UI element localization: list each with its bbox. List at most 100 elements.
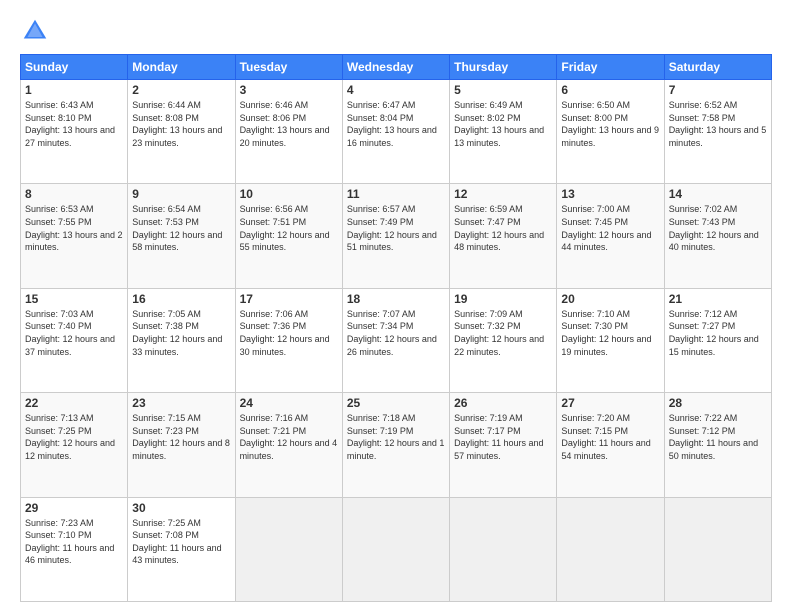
calendar-day-cell: 6 Sunrise: 6:50 AMSunset: 8:00 PMDaylight… xyxy=(557,80,664,184)
calendar-day-cell: 1Sunrise: 6:43 AMSunset: 8:10 PMDaylight… xyxy=(21,80,128,184)
day-info: Sunrise: 6:46 AMSunset: 8:06 PMDaylight:… xyxy=(240,99,338,149)
day-number: 27 xyxy=(561,396,659,410)
calendar-day-cell: 15 Sunrise: 7:03 AMSunset: 7:40 PMDayligh… xyxy=(21,288,128,392)
day-number: 1 xyxy=(25,83,123,97)
day-number: 13 xyxy=(561,187,659,201)
day-number: 30 xyxy=(132,501,230,515)
calendar-day-cell: 22 Sunrise: 7:13 AMSunset: 7:25 PMDayligh… xyxy=(21,393,128,497)
calendar-table: SundayMondayTuesdayWednesdayThursdayFrid… xyxy=(20,54,772,602)
day-number: 5 xyxy=(454,83,552,97)
day-info: Sunrise: 7:22 AMSunset: 7:12 PMDaylight:… xyxy=(669,412,767,462)
calendar-day-cell xyxy=(664,497,771,601)
day-info: Sunrise: 6:47 AMSunset: 8:04 PMDaylight:… xyxy=(347,99,445,149)
day-info: Sunrise: 6:44 AMSunset: 8:08 PMDaylight:… xyxy=(132,99,230,149)
day-info: Sunrise: 7:06 AMSunset: 7:36 PMDaylight:… xyxy=(240,308,338,358)
calendar-day-cell: 18 Sunrise: 7:07 AMSunset: 7:34 PMDayligh… xyxy=(342,288,449,392)
calendar-day-cell xyxy=(450,497,557,601)
calendar-day-cell: 16 Sunrise: 7:05 AMSunset: 7:38 PMDayligh… xyxy=(128,288,235,392)
day-number: 12 xyxy=(454,187,552,201)
day-info: Sunrise: 7:25 AMSunset: 7:08 PMDaylight:… xyxy=(132,517,230,567)
calendar-day-header: Wednesday xyxy=(342,55,449,80)
calendar-day-cell: 23Sunrise: 7:15 AMSunset: 7:23 PMDayligh… xyxy=(128,393,235,497)
day-info: Sunrise: 6:57 AMSunset: 7:49 PMDaylight:… xyxy=(347,203,445,253)
calendar-day-header: Sunday xyxy=(21,55,128,80)
day-info: Sunrise: 7:07 AMSunset: 7:34 PMDaylight:… xyxy=(347,308,445,358)
header xyxy=(20,16,772,46)
calendar-week-row: 15 Sunrise: 7:03 AMSunset: 7:40 PMDayligh… xyxy=(21,288,772,392)
day-number: 21 xyxy=(669,292,767,306)
day-number: 10 xyxy=(240,187,338,201)
calendar-day-cell: 10 Sunrise: 6:56 AMSunset: 7:51 PMDayligh… xyxy=(235,184,342,288)
day-number: 26 xyxy=(454,396,552,410)
day-info: Sunrise: 7:12 AMSunset: 7:27 PMDaylight:… xyxy=(669,308,767,358)
day-info: Sunrise: 7:00 AMSunset: 7:45 PMDaylight:… xyxy=(561,203,659,253)
day-number: 14 xyxy=(669,187,767,201)
calendar-day-cell: 14 Sunrise: 7:02 AMSunset: 7:43 PMDayligh… xyxy=(664,184,771,288)
day-info: Sunrise: 7:03 AMSunset: 7:40 PMDaylight:… xyxy=(25,308,123,358)
calendar-day-cell: 4 Sunrise: 6:47 AMSunset: 8:04 PMDaylight… xyxy=(342,80,449,184)
calendar-day-cell: 20Sunrise: 7:10 AMSunset: 7:30 PMDayligh… xyxy=(557,288,664,392)
day-number: 28 xyxy=(669,396,767,410)
calendar-week-row: 22 Sunrise: 7:13 AMSunset: 7:25 PMDayligh… xyxy=(21,393,772,497)
day-number: 19 xyxy=(454,292,552,306)
day-number: 6 xyxy=(561,83,659,97)
day-number: 22 xyxy=(25,396,123,410)
calendar-header-row: SundayMondayTuesdayWednesdayThursdayFrid… xyxy=(21,55,772,80)
day-number: 20 xyxy=(561,292,659,306)
logo xyxy=(20,16,54,46)
day-number: 2 xyxy=(132,83,230,97)
day-number: 16 xyxy=(132,292,230,306)
day-info: Sunrise: 7:02 AMSunset: 7:43 PMDaylight:… xyxy=(669,203,767,253)
day-number: 8 xyxy=(25,187,123,201)
day-info: Sunrise: 6:54 AMSunset: 7:53 PMDaylight:… xyxy=(132,203,230,253)
day-info: Sunrise: 6:56 AMSunset: 7:51 PMDaylight:… xyxy=(240,203,338,253)
day-number: 7 xyxy=(669,83,767,97)
calendar-day-cell: 13 Sunrise: 7:00 AMSunset: 7:45 PMDayligh… xyxy=(557,184,664,288)
calendar-day-cell: 30 Sunrise: 7:25 AMSunset: 7:08 PMDayligh… xyxy=(128,497,235,601)
calendar-day-header: Monday xyxy=(128,55,235,80)
calendar-week-row: 8 Sunrise: 6:53 AMSunset: 7:55 PMDaylight… xyxy=(21,184,772,288)
day-number: 11 xyxy=(347,187,445,201)
logo-icon xyxy=(20,16,50,46)
day-number: 25 xyxy=(347,396,445,410)
calendar-day-cell: 21 Sunrise: 7:12 AMSunset: 7:27 PMDayligh… xyxy=(664,288,771,392)
calendar-day-cell: 17 Sunrise: 7:06 AMSunset: 7:36 PMDayligh… xyxy=(235,288,342,392)
calendar-day-header: Tuesday xyxy=(235,55,342,80)
calendar-day-cell xyxy=(235,497,342,601)
calendar-day-header: Saturday xyxy=(664,55,771,80)
day-info: Sunrise: 7:23 AMSunset: 7:10 PMDaylight:… xyxy=(25,517,123,567)
day-number: 3 xyxy=(240,83,338,97)
page: SundayMondayTuesdayWednesdayThursdayFrid… xyxy=(0,0,792,612)
day-info: Sunrise: 7:19 AMSunset: 7:17 PMDaylight:… xyxy=(454,412,552,462)
day-number: 17 xyxy=(240,292,338,306)
calendar-day-cell: 9 Sunrise: 6:54 AMSunset: 7:53 PMDaylight… xyxy=(128,184,235,288)
calendar-day-cell: 28 Sunrise: 7:22 AMSunset: 7:12 PMDayligh… xyxy=(664,393,771,497)
calendar-day-cell: 2 Sunrise: 6:44 AMSunset: 8:08 PMDaylight… xyxy=(128,80,235,184)
day-number: 4 xyxy=(347,83,445,97)
day-info: Sunrise: 6:49 AMSunset: 8:02 PMDaylight:… xyxy=(454,99,552,149)
day-number: 15 xyxy=(25,292,123,306)
day-info: Sunrise: 7:13 AMSunset: 7:25 PMDaylight:… xyxy=(25,412,123,462)
day-number: 29 xyxy=(25,501,123,515)
calendar-day-cell: 19 Sunrise: 7:09 AMSunset: 7:32 PMDayligh… xyxy=(450,288,557,392)
day-number: 9 xyxy=(132,187,230,201)
day-info: Sunrise: 6:50 AMSunset: 8:00 PMDaylight:… xyxy=(561,99,659,149)
calendar-day-cell: 27Sunrise: 7:20 AMSunset: 7:15 PMDayligh… xyxy=(557,393,664,497)
day-info: Sunrise: 7:09 AMSunset: 7:32 PMDaylight:… xyxy=(454,308,552,358)
day-info: Sunrise: 6:53 AMSunset: 7:55 PMDaylight:… xyxy=(25,203,123,253)
calendar-day-cell xyxy=(557,497,664,601)
day-info: Sunrise: 6:59 AMSunset: 7:47 PMDaylight:… xyxy=(454,203,552,253)
calendar-day-cell: 29 Sunrise: 7:23 AMSunset: 7:10 PMDayligh… xyxy=(21,497,128,601)
day-number: 18 xyxy=(347,292,445,306)
calendar-day-cell: 24Sunrise: 7:16 AMSunset: 7:21 PMDayligh… xyxy=(235,393,342,497)
calendar-day-cell: 11 Sunrise: 6:57 AMSunset: 7:49 PMDayligh… xyxy=(342,184,449,288)
calendar-day-cell: 8 Sunrise: 6:53 AMSunset: 7:55 PMDaylight… xyxy=(21,184,128,288)
day-number: 24 xyxy=(240,396,338,410)
day-info: Sunrise: 7:18 AMSunset: 7:19 PMDaylight:… xyxy=(347,412,445,462)
calendar-week-row: 1Sunrise: 6:43 AMSunset: 8:10 PMDaylight… xyxy=(21,80,772,184)
calendar-day-cell: 26 Sunrise: 7:19 AMSunset: 7:17 PMDayligh… xyxy=(450,393,557,497)
day-info: Sunrise: 7:05 AMSunset: 7:38 PMDaylight:… xyxy=(132,308,230,358)
calendar-week-row: 29 Sunrise: 7:23 AMSunset: 7:10 PMDayligh… xyxy=(21,497,772,601)
calendar-day-header: Thursday xyxy=(450,55,557,80)
calendar-day-cell: 7Sunrise: 6:52 AMSunset: 7:58 PMDaylight… xyxy=(664,80,771,184)
